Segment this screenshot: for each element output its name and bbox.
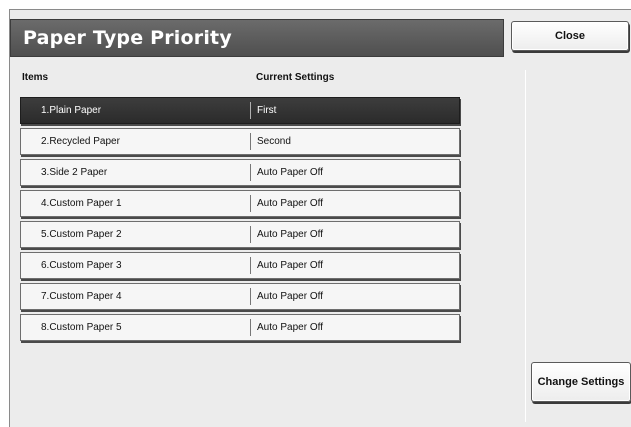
table-row[interactable]: 6.Custom Paper 3 Auto Paper Off <box>20 252 460 279</box>
row-divider <box>250 133 251 150</box>
table-row[interactable]: 1.Plain Paper First <box>20 97 460 124</box>
row-divider <box>250 164 251 181</box>
row-setting-value: Auto Paper Off <box>257 322 323 333</box>
table-row[interactable]: 5.Custom Paper 2 Auto Paper Off <box>20 221 460 248</box>
row-divider <box>250 195 251 212</box>
table-row[interactable]: 4.Custom Paper 1 Auto Paper Off <box>20 190 460 217</box>
page-title: Paper Type Priority <box>10 19 504 57</box>
row-setting-value: Auto Paper Off <box>257 260 323 271</box>
row-item-label: 2.Recycled Paper <box>41 136 120 147</box>
row-item-label: 5.Custom Paper 2 <box>41 229 122 240</box>
row-item-label: 7.Custom Paper 4 <box>41 291 122 302</box>
column-header-current-settings: Current Settings <box>256 72 335 83</box>
row-divider <box>250 288 251 305</box>
row-setting-value: Auto Paper Off <box>257 167 323 178</box>
row-setting-value: Auto Paper Off <box>257 198 323 209</box>
row-item-label: 6.Custom Paper 3 <box>41 260 122 271</box>
table-row[interactable]: 8.Custom Paper 5 Auto Paper Off <box>20 314 460 341</box>
row-divider <box>250 319 251 336</box>
change-settings-button[interactable]: Change Settings <box>531 362 631 402</box>
row-item-label: 8.Custom Paper 5 <box>41 322 122 333</box>
table-row[interactable]: 3.Side 2 Paper Auto Paper Off <box>20 159 460 186</box>
row-divider <box>250 257 251 274</box>
table-row[interactable]: 7.Custom Paper 4 Auto Paper Off <box>20 283 460 310</box>
row-divider <box>250 226 251 243</box>
row-setting-value: Second <box>257 136 291 147</box>
row-setting-value: Auto Paper Off <box>257 229 323 240</box>
row-divider <box>250 102 251 119</box>
panel-divider <box>525 70 526 422</box>
column-header-items: Items <box>22 72 49 83</box>
row-item-label: 3.Side 2 Paper <box>41 167 108 178</box>
table-row[interactable]: 2.Recycled Paper Second <box>20 128 460 155</box>
row-item-label: 4.Custom Paper 1 <box>41 198 122 209</box>
row-setting-value: Auto Paper Off <box>257 291 323 302</box>
row-setting-value: First <box>257 105 277 116</box>
close-button[interactable]: Close <box>511 21 629 51</box>
row-item-label: 1.Plain Paper <box>41 105 102 116</box>
